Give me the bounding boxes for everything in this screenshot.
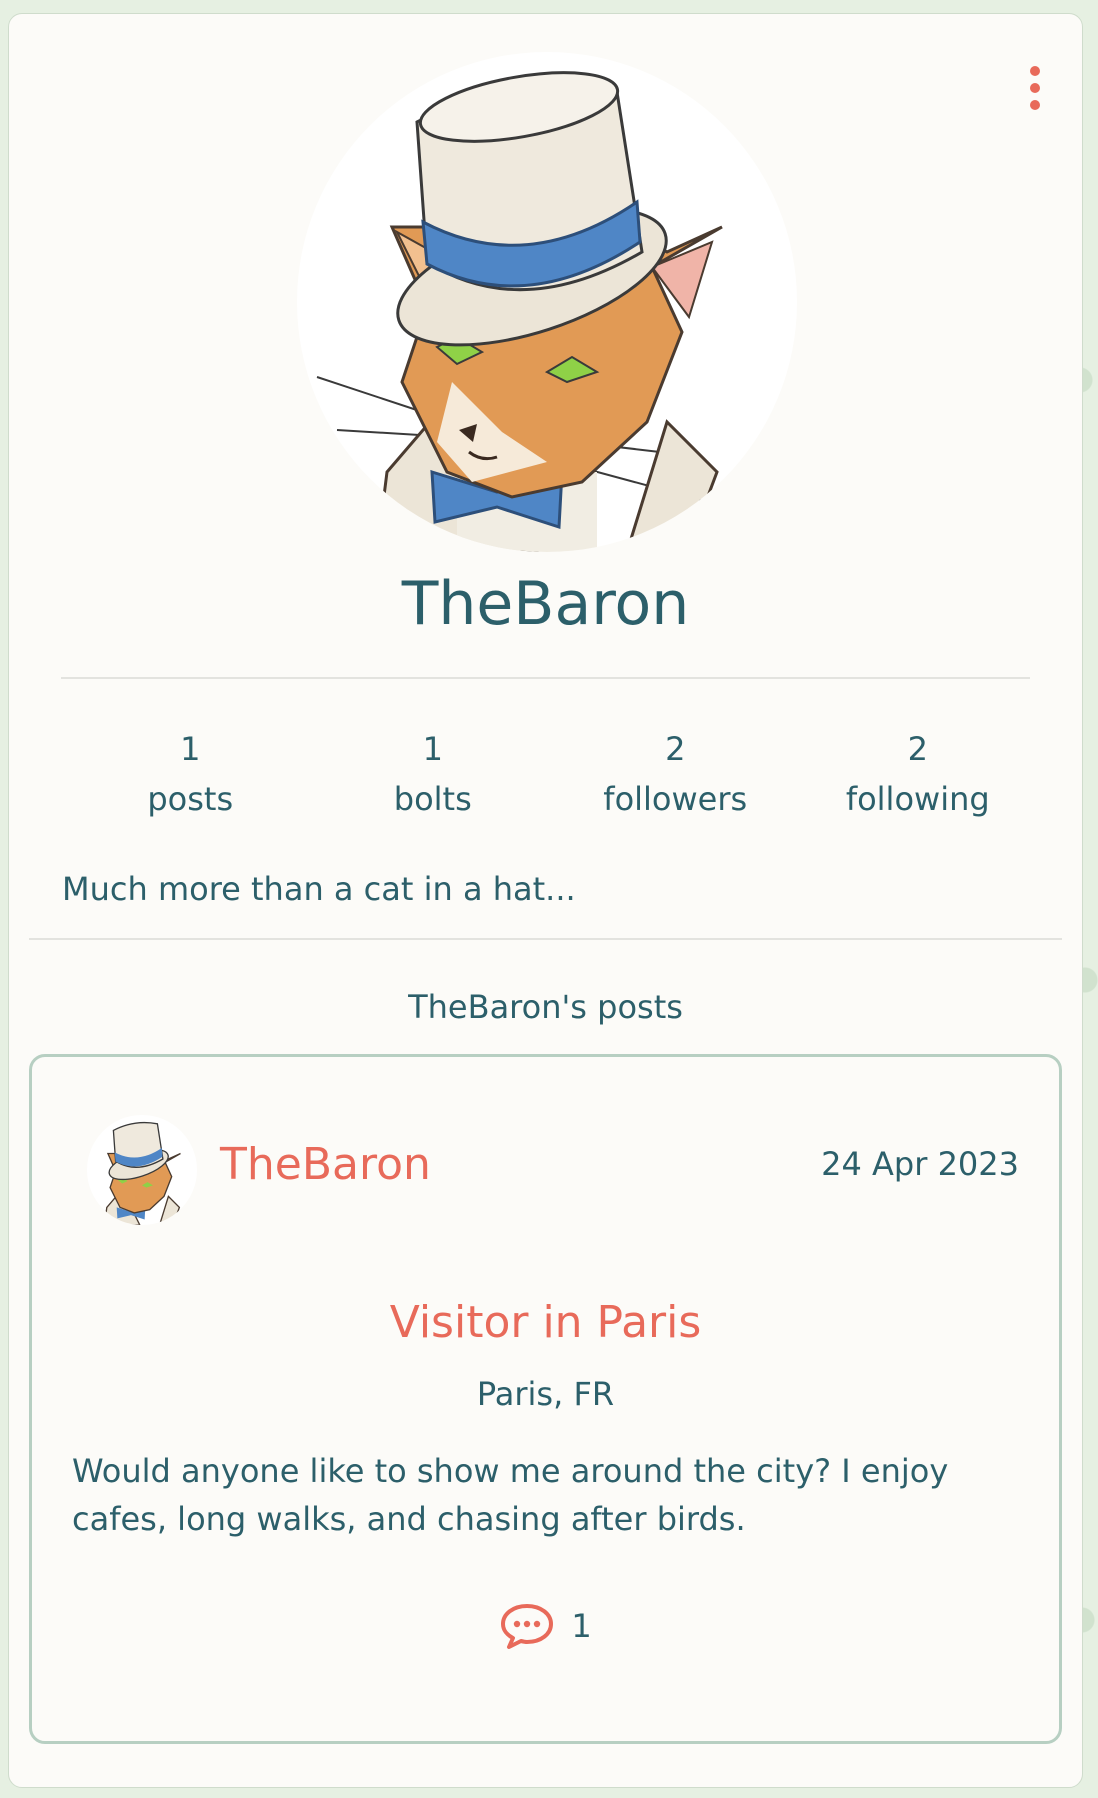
stat-value: 2 [665,730,686,768]
comments-button[interactable]: 1 [32,1602,1059,1650]
stat-bolts[interactable]: 1 bolts [312,724,555,824]
divider [29,938,1062,940]
stat-label: following [845,780,990,818]
post-title[interactable]: Visitor in Paris [32,1297,1059,1348]
post-location: Paris, FR [476,1375,615,1413]
post-card[interactable]: TheBaron 24 Apr 2023 Visitor in Paris Pa… [29,1054,1062,1744]
stat-value: 1 [422,730,443,768]
stat-label: posts [147,780,234,818]
cat-baron-illustration [316,71,728,552]
more-options-button[interactable] [1020,54,1050,122]
divider [61,677,1030,679]
stat-followers[interactable]: 2 followers [554,724,797,824]
profile-avatar [297,52,797,552]
menu-dot [1030,83,1040,93]
more-vertical-icon [1030,66,1040,76]
profile-card: TheBaron 1 posts 1 bolts 2 followers 2 f… [8,13,1083,1788]
profile-bio: Much more than a cat in a hat... [62,870,576,908]
stat-value: 1 [180,730,201,768]
menu-dot [1030,100,1040,110]
stat-following[interactable]: 2 following [797,724,1040,824]
post-body: Would anyone like to show me around the … [72,1452,949,1538]
chat-bubble-icon [501,1604,554,1649]
post-date: 24 Apr 2023 [821,1145,1019,1183]
profile-username: TheBaron [401,569,690,639]
post-author-avatar[interactable] [87,1115,197,1225]
stat-value: 2 [907,730,928,768]
comment-count: 1 [571,1607,592,1645]
profile-stats: 1 posts 1 bolts 2 followers 2 following [69,724,1039,824]
stat-label: followers [603,780,748,818]
stat-posts[interactable]: 1 posts [69,724,312,824]
stat-label: bolts [393,780,472,818]
posts-heading: TheBaron's posts [408,988,683,1026]
post-author-link[interactable]: TheBaron [220,1139,431,1190]
cat-baron-thumbnail [103,1121,181,1225]
